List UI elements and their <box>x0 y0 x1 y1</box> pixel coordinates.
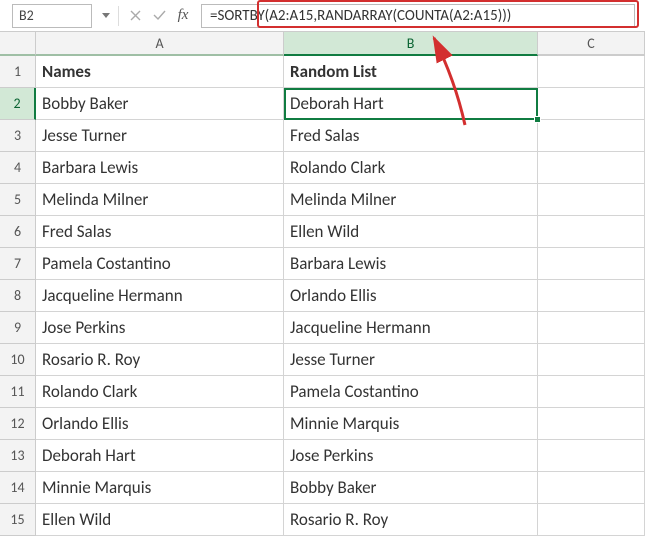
cell[interactable]: Pamela Costantino <box>36 248 284 280</box>
cell[interactable]: Rosario R. Roy <box>36 344 284 376</box>
cell[interactable]: Orlando Ellis <box>284 280 538 312</box>
cell[interactable] <box>538 120 645 152</box>
fill-handle[interactable] <box>534 116 541 123</box>
cell[interactable] <box>538 440 645 472</box>
row-header[interactable]: 10 <box>0 344 36 376</box>
separator <box>118 6 119 26</box>
cell[interactable]: Jacqueline Hermann <box>284 312 538 344</box>
formula-bar: B2 fx =SORTBY(A2:A15,RANDARRAY(COUNTA(A2… <box>0 0 645 32</box>
cell[interactable]: Minnie Marquis <box>284 408 538 440</box>
cell[interactable] <box>538 280 645 312</box>
cell[interactable] <box>538 504 645 536</box>
cell[interactable]: Minnie Marquis <box>36 472 284 504</box>
row-header[interactable]: 8 <box>0 280 36 312</box>
row-header[interactable]: 4 <box>0 152 36 184</box>
row-header[interactable]: 11 <box>0 376 36 408</box>
row-header[interactable]: 15 <box>0 504 36 536</box>
cell[interactable] <box>538 216 645 248</box>
spreadsheet-grid: A B C 1 Names Random List 2 Bobby Baker … <box>0 32 645 536</box>
cell[interactable]: Barbara Lewis <box>36 152 284 184</box>
cell[interactable]: Jose Perkins <box>36 312 284 344</box>
row-header[interactable]: 12 <box>0 408 36 440</box>
row-header[interactable]: 3 <box>0 120 36 152</box>
cell[interactable]: Fred Salas <box>284 120 538 152</box>
cell[interactable]: Melinda Milner <box>284 184 538 216</box>
formula-input[interactable]: =SORTBY(A2:A15,RANDARRAY(COUNTA(A2:A15))… <box>201 4 635 28</box>
cell[interactable]: Rolando Clark <box>36 376 284 408</box>
cell[interactable]: Bobby Baker <box>284 472 538 504</box>
name-box[interactable]: B2 <box>12 4 92 28</box>
cell[interactable]: Barbara Lewis <box>284 248 538 280</box>
row-header[interactable]: 14 <box>0 472 36 504</box>
row-header[interactable]: 5 <box>0 184 36 216</box>
cell[interactable]: Ellen Wild <box>284 216 538 248</box>
cancel-icon[interactable] <box>123 4 147 28</box>
cell[interactable] <box>538 248 645 280</box>
row-header[interactable]: 2 <box>0 88 36 120</box>
cell[interactable]: Jesse Turner <box>36 120 284 152</box>
cell[interactable] <box>538 56 645 88</box>
cell[interactable] <box>538 88 645 120</box>
col-header-B[interactable]: B <box>284 32 538 56</box>
row-header[interactable]: 1 <box>0 56 36 88</box>
fx-icon[interactable]: fx <box>171 4 195 28</box>
cell[interactable]: Rosario R. Roy <box>284 504 538 536</box>
cell[interactable] <box>538 312 645 344</box>
cell[interactable]: Rolando Clark <box>284 152 538 184</box>
chevron-down-icon[interactable] <box>98 13 114 18</box>
row-header[interactable]: 6 <box>0 216 36 248</box>
cell[interactable] <box>538 152 645 184</box>
cell[interactable]: Jacqueline Hermann <box>36 280 284 312</box>
cell[interactable] <box>538 344 645 376</box>
cell[interactable] <box>538 184 645 216</box>
cell[interactable]: Fred Salas <box>36 216 284 248</box>
cell[interactable]: Pamela Costantino <box>284 376 538 408</box>
enter-icon[interactable] <box>147 4 171 28</box>
cell[interactable]: Names <box>36 56 284 88</box>
cell[interactable]: Random List <box>284 56 538 88</box>
cell[interactable]: Melinda Milner <box>36 184 284 216</box>
cell[interactable]: Jose Perkins <box>284 440 538 472</box>
cell[interactable] <box>538 376 645 408</box>
cell[interactable]: Bobby Baker <box>36 88 284 120</box>
cell[interactable]: Deborah Hart <box>284 88 538 120</box>
row-header[interactable]: 7 <box>0 248 36 280</box>
cell[interactable]: Deborah Hart <box>36 440 284 472</box>
col-header-C[interactable]: C <box>538 32 645 56</box>
cell[interactable] <box>538 408 645 440</box>
col-header-A[interactable]: A <box>36 32 284 56</box>
cell[interactable]: Orlando Ellis <box>36 408 284 440</box>
cell[interactable]: Jesse Turner <box>284 344 538 376</box>
row-header[interactable]: 9 <box>0 312 36 344</box>
cell[interactable]: Ellen Wild <box>36 504 284 536</box>
row-header[interactable]: 13 <box>0 440 36 472</box>
select-all-corner[interactable] <box>0 32 36 56</box>
cell[interactable] <box>538 472 645 504</box>
